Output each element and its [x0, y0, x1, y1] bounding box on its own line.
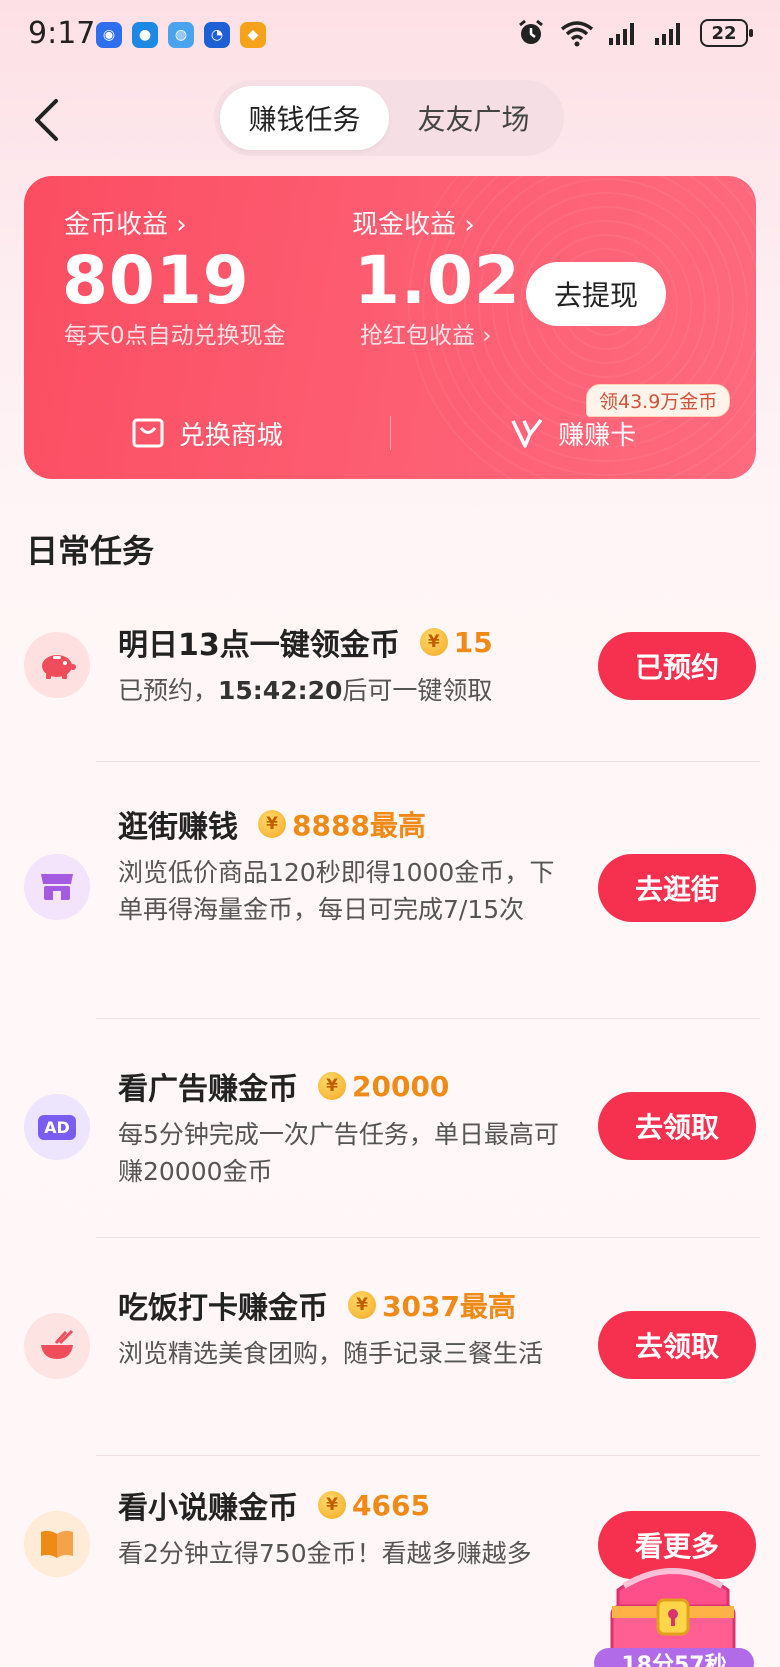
ad-icon: AD	[24, 1094, 90, 1160]
task-title-text: 看小说赚金币	[118, 1491, 298, 1526]
alarm-icon	[519, 19, 543, 44]
task-title-text: 看广告赚金币	[118, 1072, 298, 1107]
battery-level: 22	[711, 22, 737, 44]
divider	[96, 761, 760, 762]
coin-earnings-value: 8019	[62, 242, 250, 319]
task-reward: 15	[453, 625, 493, 659]
task-title-text: 逛街赚钱	[118, 810, 238, 845]
task-title: 逛街赚钱 ¥ 8888最高	[118, 802, 426, 846]
status-right: 22	[516, 18, 753, 48]
reserved-button[interactable]: 已预约	[598, 632, 756, 700]
app-notification-icon: ◍	[168, 22, 194, 48]
app-notification-icon: ◔	[204, 22, 230, 48]
task-title-text: 明日13点一键领金币	[118, 628, 400, 663]
coin-icon: ¥	[258, 810, 286, 838]
coin-earnings-note: 每天0点自动兑换现金	[64, 323, 286, 349]
earnings-card: 金币收益 › 8019 每天0点自动兑换现金 现金收益 › 1.02 抢红包收益…	[24, 176, 756, 479]
tab-earn-tasks[interactable]: 赚钱任务	[220, 86, 389, 150]
food-bowl-icon	[24, 1313, 90, 1379]
task-description: 浏览低价商品120秒即得1000金币，下单再得海量金币，每日可完成7/15次	[118, 858, 555, 924]
piggy-bank-icon	[24, 632, 90, 698]
task-desc-prefix: 已预约，	[118, 676, 219, 705]
claim-button[interactable]: 去领取	[598, 1092, 756, 1160]
cash-earnings-value: 1.02	[354, 242, 521, 319]
task-title: 吃饭打卡赚金币 ¥ 3037最高	[118, 1283, 516, 1327]
wifi-icon	[560, 21, 594, 47]
coin-icon: ¥	[318, 1072, 346, 1100]
task-title: 看广告赚金币 ¥ 20000	[118, 1064, 449, 1108]
red-packet-earnings-link[interactable]: 抢红包收益 ›	[360, 316, 492, 350]
top-nav: 赚钱任务 友友广场	[0, 80, 780, 160]
task-desc-suffix: 后可一键领取	[342, 676, 493, 705]
task-description: 每5分钟完成一次广告任务，单日最高可赚20000金币	[118, 1120, 559, 1186]
v-card-icon	[511, 418, 543, 448]
back-button[interactable]	[24, 90, 68, 150]
cash-earnings-link[interactable]: 现金收益 ›	[352, 204, 475, 241]
coin-icon: ¥	[318, 1491, 346, 1519]
divider	[96, 1237, 760, 1238]
app-notification-icon: ◆	[240, 22, 266, 48]
task-reward: 20000	[352, 1069, 450, 1103]
exchange-mall-button[interactable]: 兑换商城	[24, 415, 390, 452]
tab-friends-square[interactable]: 友友广场	[389, 86, 558, 150]
divider	[96, 1018, 760, 1019]
earn-card-button[interactable]: 赚赚卡	[391, 415, 757, 452]
task-title: 看小说赚金币 ¥ 4665	[118, 1483, 430, 1527]
chest-countdown: 18分57秒	[594, 1648, 754, 1667]
notification-icons: ◉ ● ◍ ◔ ◆	[96, 22, 266, 48]
earn-card-label: 赚赚卡	[558, 420, 637, 451]
coin-icon: ¥	[348, 1291, 376, 1319]
shopping-bag-icon	[132, 418, 164, 448]
chevron-left-icon	[35, 99, 58, 141]
withdraw-button[interactable]: 去提现	[526, 262, 666, 326]
battery-icon: 22	[700, 19, 753, 47]
task-title-text: 吃饭打卡赚金币	[118, 1291, 328, 1326]
section-title: 日常任务	[26, 532, 155, 570]
task-reward: 4665	[352, 1488, 430, 1522]
status-time: 9:17	[28, 16, 96, 51]
exchange-mall-label: 兑换商城	[178, 420, 283, 451]
app-notification-icon: ◉	[96, 22, 122, 48]
divider	[96, 1455, 760, 1456]
task-countdown: 15:42:20	[218, 676, 343, 705]
status-bar: 9:17 ◉ ● ◍ ◔ ◆ 22	[0, 0, 780, 72]
task-description: 看2分钟立得750金币！看越多赚越多	[118, 1539, 532, 1568]
signal-icon	[609, 23, 634, 45]
task-description: 浏览精选美食团购，随手记录三餐生活	[118, 1339, 544, 1368]
message-notification-icon: ●	[132, 22, 158, 48]
claim-button[interactable]: 去领取	[598, 1311, 756, 1379]
task-description: 已预约，15:42:20后可一键领取	[118, 672, 578, 709]
shop-icon	[24, 854, 90, 920]
card-bottom-bar: 兑换商城 赚赚卡	[24, 408, 756, 458]
task-reward: 3037最高	[382, 1290, 516, 1323]
coin-earnings-link[interactable]: 金币收益 ›	[64, 204, 187, 241]
book-icon	[24, 1511, 90, 1577]
tab-switcher: 赚钱任务 友友广场	[214, 80, 564, 156]
task-title: 明日13点一键领金币 ¥ 15	[118, 620, 493, 664]
go-shopping-button[interactable]: 去逛街	[598, 854, 756, 922]
task-reward: 8888最高	[292, 809, 426, 842]
signal-icon	[655, 23, 680, 45]
coin-icon: ¥	[419, 628, 448, 656]
